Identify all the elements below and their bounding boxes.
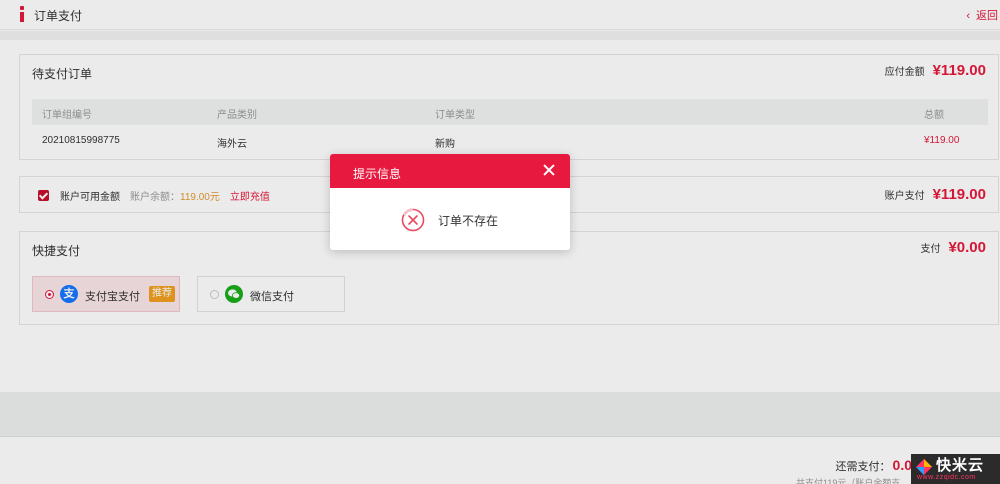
watermark: 快米云 www.zzqidc.com	[911, 454, 1000, 484]
watermark-text: 快米云	[936, 457, 985, 474]
dialog-message: 订单不存在	[438, 214, 499, 228]
close-icon[interactable]	[542, 163, 556, 177]
message-dialog: 提示信息 订单不存在	[330, 154, 570, 250]
dialog-title: 提示信息	[353, 167, 402, 181]
error-icon	[401, 208, 425, 232]
dialog-header: 提示信息	[330, 154, 570, 188]
watermark-url: www.zzqidc.com	[917, 474, 976, 481]
